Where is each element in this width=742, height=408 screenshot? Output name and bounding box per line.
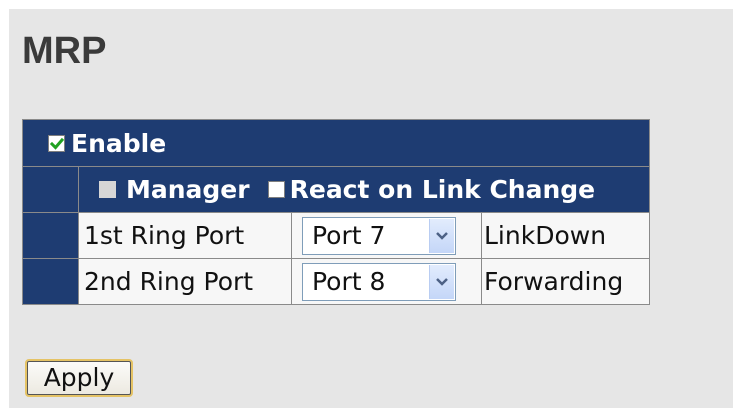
ring-port-status: LinkDown bbox=[484, 221, 607, 250]
selected-port: Port 8 bbox=[312, 266, 386, 296]
first-ring-port-select[interactable]: Port 7 bbox=[302, 216, 456, 255]
enable-checkbox[interactable] bbox=[48, 134, 65, 152]
ring-port-row: 2nd Ring Port Port 8 Forwarding bbox=[22, 258, 651, 305]
react-on-link-change-label: React on Link Change bbox=[289, 175, 596, 204]
mrp-settings-table: Enable Manager React on Link Change 1st … bbox=[21, 119, 651, 305]
ring-port-status: Forwarding bbox=[484, 267, 624, 296]
page-title: MRP bbox=[22, 30, 107, 72]
chevron-down-icon bbox=[436, 231, 448, 240]
dropdown-arrow-button[interactable] bbox=[429, 218, 454, 253]
second-ring-port-select[interactable]: Port 8 bbox=[302, 262, 456, 301]
ring-port-label: 2nd Ring Port bbox=[84, 267, 254, 296]
dropdown-arrow-button[interactable] bbox=[429, 264, 454, 299]
chevron-down-icon bbox=[436, 277, 448, 286]
apply-button[interactable]: Apply bbox=[25, 359, 133, 397]
ring-port-label: 1st Ring Port bbox=[84, 221, 245, 250]
manager-checkbox[interactable] bbox=[99, 181, 116, 198]
manager-label: Manager bbox=[126, 175, 250, 204]
selected-port: Port 7 bbox=[312, 220, 386, 250]
options-row: Manager React on Link Change bbox=[22, 166, 651, 213]
enable-label: Enable bbox=[71, 128, 167, 158]
react-on-link-change-checkbox[interactable] bbox=[267, 181, 285, 198]
enable-row: Enable bbox=[21, 119, 651, 167]
ring-port-row: 1st Ring Port Port 7 LinkDown bbox=[22, 212, 651, 259]
checkmark-icon bbox=[50, 137, 64, 150]
